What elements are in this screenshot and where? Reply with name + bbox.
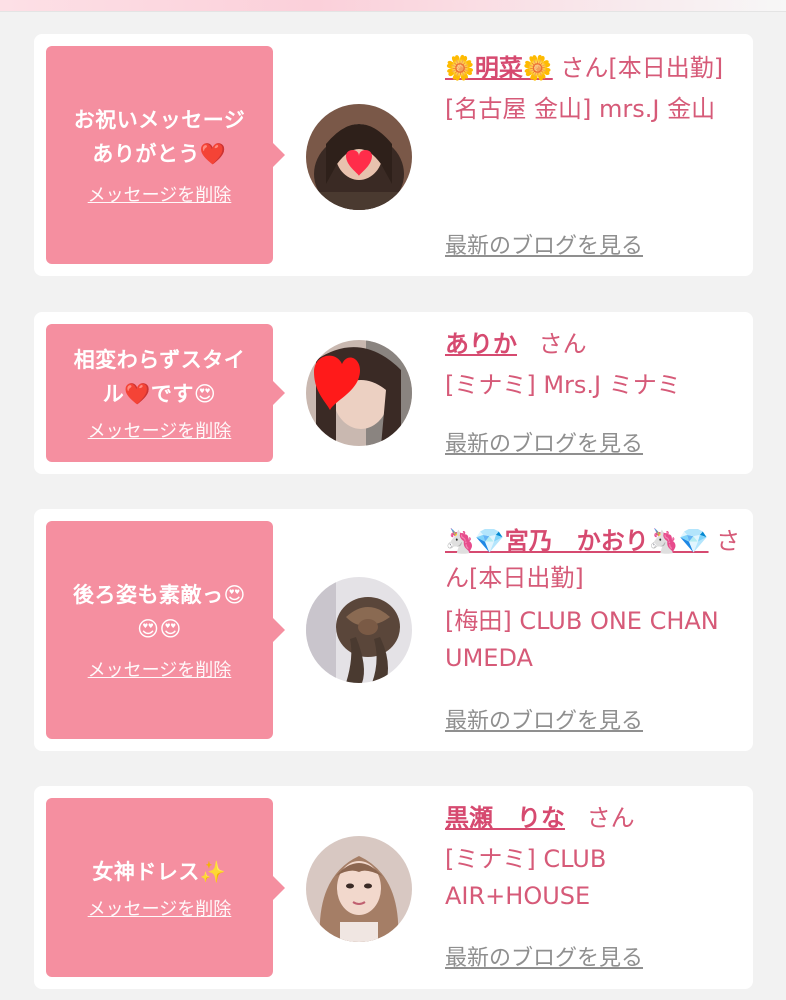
message-card: お祝いメッセージ ありがとう❤️ メッセージを削除 🌼明菜🌼 さん[本日出勤] … <box>34 34 753 276</box>
avatar[interactable] <box>306 340 412 446</box>
message-bubble: 女神ドレス✨ メッセージを削除 <box>46 798 285 977</box>
message-card: 女神ドレス✨ メッセージを削除 黒瀬 りな さん [ミナミ] CLUB AIR+… <box>34 786 753 989</box>
avatar-photo <box>306 340 412 446</box>
sender-honorific: さん <box>586 804 635 832</box>
avatar-photo <box>306 104 412 210</box>
sender-shop: [ミナミ] Mrs.J ミナミ <box>445 371 681 399</box>
sender-honorific: さん <box>538 330 587 358</box>
message-card: 後ろ姿も素敵っ😍 😍😍 メッセージを削除 🦄💎宮乃 かおり🦄💎 さん[本日出勤]… <box>34 509 753 751</box>
sender-shop: [梅田] CLUB ONE CHAN UMEDA <box>445 607 719 672</box>
sender-name-link[interactable]: ありか <box>445 330 517 358</box>
sender-name-link[interactable]: 🌼明菜🌼 <box>445 54 553 82</box>
latest-blog-link[interactable]: 最新のブログを見る <box>445 703 643 735</box>
message-text: 女神ドレス✨ <box>92 859 227 884</box>
delete-message-link[interactable]: メッセージを削除 <box>88 656 232 682</box>
sender-info: 🦄💎宮乃 かおり🦄💎 さん[本日出勤] [梅田] CLUB ONE CHAN U… <box>445 523 745 677</box>
sender-info: ありか さん [ミナミ] Mrs.J ミナミ <box>445 326 745 404</box>
message-text: お祝いメッセージ ありがとう❤️ <box>73 108 246 166</box>
avatar[interactable] <box>306 104 412 210</box>
message-bubble: 後ろ姿も素敵っ😍 😍😍 メッセージを削除 <box>46 521 285 739</box>
sender-name-link[interactable]: 黒瀬 りな <box>445 804 565 832</box>
message-bubble: 相変わらずスタイ ル❤️です😍 メッセージを削除 <box>46 324 285 462</box>
delete-message-link[interactable]: メッセージを削除 <box>88 417 232 443</box>
sender-info: 🌼明菜🌼 さん[本日出勤] [名古屋 金山] mrs.J 金山 <box>445 50 745 128</box>
sender-shop: [ミナミ] CLUB AIR+HOUSE <box>445 845 607 910</box>
sender-shop: [名古屋 金山] mrs.J 金山 <box>445 95 716 123</box>
avatar-photo <box>306 836 412 942</box>
avatar-photo <box>306 577 412 683</box>
delete-message-link[interactable]: メッセージを削除 <box>88 181 232 207</box>
sender-info: 黒瀬 りな さん [ミナミ] CLUB AIR+HOUSE <box>445 800 745 915</box>
top-bar <box>0 0 786 12</box>
delete-message-link[interactable]: メッセージを削除 <box>88 895 232 921</box>
avatar[interactable] <box>306 577 412 683</box>
sender-honorific: さん[本日出勤] <box>560 54 724 82</box>
latest-blog-link[interactable]: 最新のブログを見る <box>445 426 643 458</box>
sender-name-link[interactable]: 🦄💎宮乃 かおり🦄💎 <box>445 527 709 555</box>
latest-blog-link[interactable]: 最新のブログを見る <box>445 940 643 972</box>
message-text: 後ろ姿も素敵っ😍 😍😍 <box>73 583 246 641</box>
message-card: 相変わらずスタイ ル❤️です😍 メッセージを削除 ありか さん [ミナミ] Mr… <box>34 312 753 474</box>
avatar[interactable] <box>306 836 412 942</box>
message-text: 相変わらずスタイ ル❤️です😍 <box>73 348 246 406</box>
message-bubble: お祝いメッセージ ありがとう❤️ メッセージを削除 <box>46 46 285 264</box>
latest-blog-link[interactable]: 最新のブログを見る <box>445 228 643 260</box>
